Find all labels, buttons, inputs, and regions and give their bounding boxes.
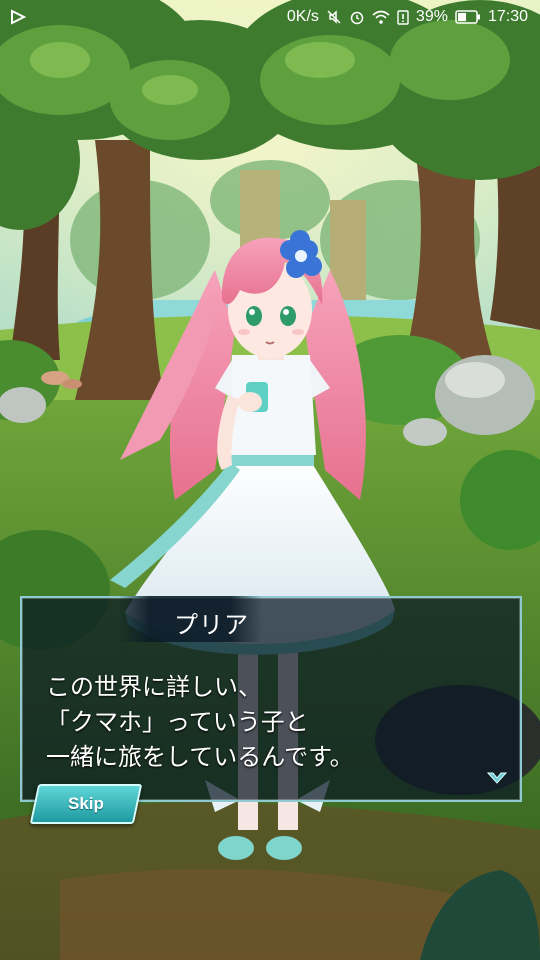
speaker-name: プリア: [174, 611, 249, 639]
skip-button[interactable]: Skip: [29, 784, 143, 824]
battery-percent: 39%: [415, 8, 448, 25]
status-bar: 0K/s 39% 17:30: [0, 0, 540, 36]
network-speed: 0K/s: [286, 8, 319, 25]
wifi-icon: [372, 9, 390, 25]
dialog-line: この世界に詳しい、: [46, 673, 262, 701]
speaker-name-plate: プリア: [118, 596, 262, 642]
dialog-text: この世界に詳しい、 「クマホ」っていう子と 一緒に旅をしているんです。: [46, 670, 354, 775]
dialog-line: 「クマホ」っていう子と: [46, 708, 309, 736]
mute-icon: [326, 9, 342, 25]
alarm-icon: [349, 9, 365, 25]
skip-button-label: Skip: [68, 794, 104, 813]
clock: 17:30: [487, 8, 528, 25]
chevron-down-icon[interactable]: [486, 770, 508, 790]
dialog-box[interactable]: プリア この世界に詳しい、 「クマホ」っていう子と 一緒に旅をしているんです。: [20, 596, 522, 802]
battery-alert-icon: [397, 9, 409, 25]
notification-icon: [10, 9, 27, 30]
dialog-line: 一緒に旅をしているんです。: [46, 743, 354, 771]
battery-icon: [455, 10, 481, 24]
